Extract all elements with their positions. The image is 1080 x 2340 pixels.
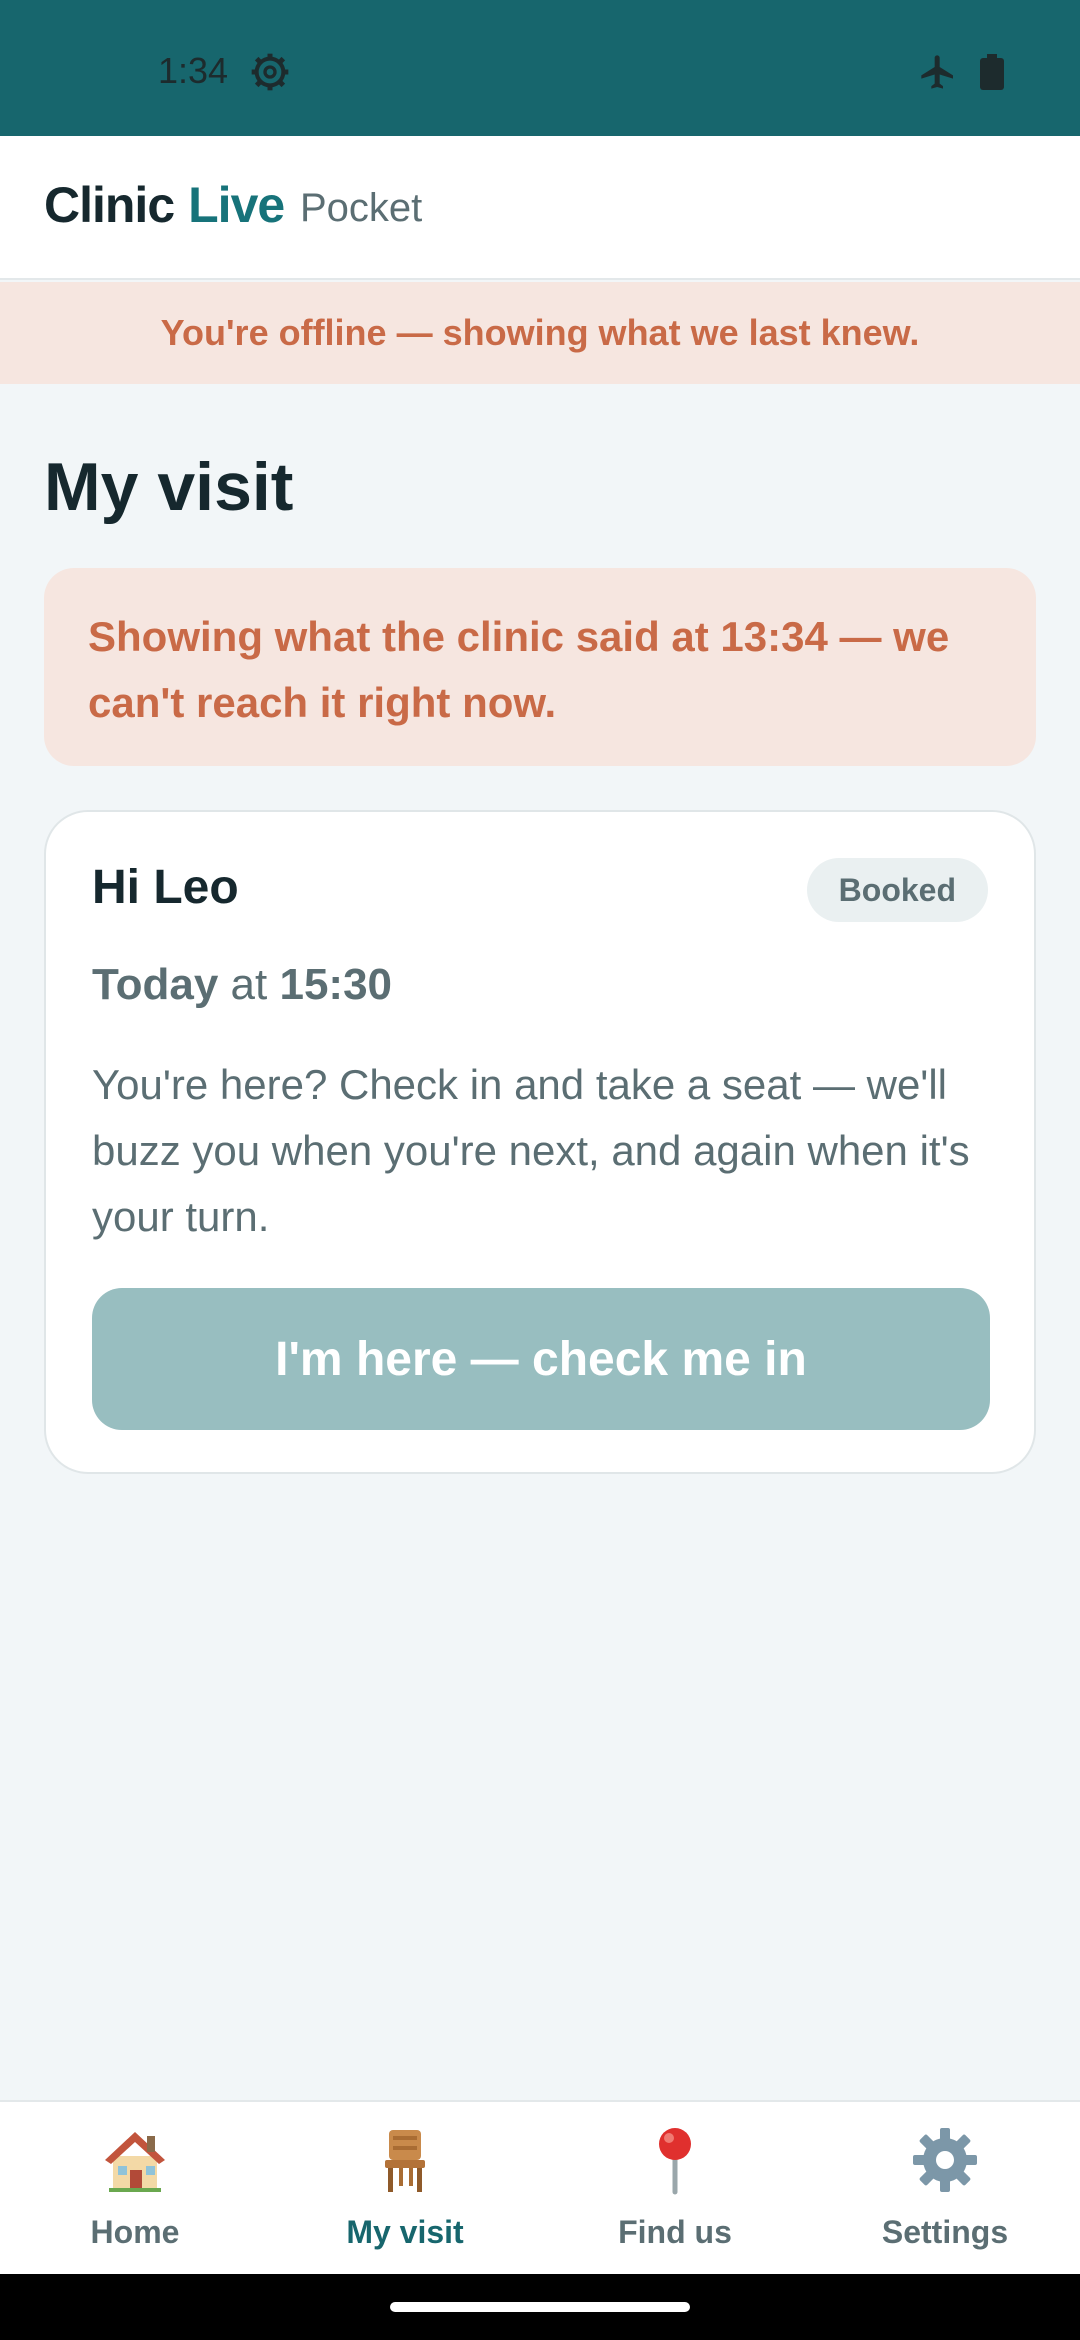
house-icon <box>105 2132 165 2192</box>
brand-name-live: Live <box>188 177 285 233</box>
offline-banner-text: You're offline — showing what we last kn… <box>160 312 920 353</box>
appointment-at: at <box>230 960 268 1009</box>
appointment-hour: 15:30 <box>279 960 393 1009</box>
airplane-mode-icon <box>921 55 953 89</box>
checkin-instructions: You're here? Check in and take a seat — … <box>92 1061 970 1240</box>
visit-card: Hi Leo Booked Today at 15:30 You're here… <box>44 810 1036 1474</box>
bottom-nav: Home My visit Find us Settings <box>0 2100 1080 2274</box>
stale-data-notice-text: Showing what the clinic said at 13:34 — … <box>88 613 950 726</box>
gear-icon <box>913 2128 977 2192</box>
offline-banner: You're offline — showing what we last kn… <box>0 282 1080 384</box>
greeting: Hi Leo <box>92 861 239 914</box>
chair-icon <box>385 2130 425 2192</box>
settings-status-icon <box>251 53 289 91</box>
status-time: 1:34 <box>158 50 229 91</box>
brand-subtitle: Pocket <box>300 186 423 230</box>
nav-item-settings[interactable]: Settings <box>810 2102 1080 2274</box>
battery-icon <box>980 54 1004 90</box>
appointment-day: Today <box>92 960 219 1009</box>
check-in-button[interactable]: I'm here — check me in <box>92 1288 990 1430</box>
home-gesture-handle[interactable] <box>390 2302 690 2312</box>
brand-logo: Clinic Live <box>44 176 285 234</box>
nav-label-find-us: Find us <box>618 2214 732 2250</box>
map-pin-icon <box>659 2128 691 2195</box>
nav-item-find-us[interactable]: Find us <box>540 2102 810 2274</box>
status-badge: Booked <box>806 858 988 922</box>
nav-item-home[interactable]: Home <box>0 2102 270 2274</box>
system-gesture-bar <box>0 2274 1080 2340</box>
nav-label-my-visit: My visit <box>346 2214 464 2250</box>
stale-data-notice: Showing what the clinic said at 13:34 — … <box>44 568 1036 766</box>
page-title: My visit <box>44 449 294 525</box>
status-bar: 1:34 <box>0 0 1080 136</box>
nav-label-settings: Settings <box>881 2214 1009 2250</box>
brand-name-clinic: Clinic <box>44 177 175 233</box>
app-header: Clinic Live Pocket <box>0 136 1080 280</box>
nav-item-my-visit[interactable]: My visit <box>270 2102 540 2274</box>
appointment-time: Today at 15:30 <box>92 960 392 1010</box>
nav-label-home: Home <box>90 2214 180 2250</box>
